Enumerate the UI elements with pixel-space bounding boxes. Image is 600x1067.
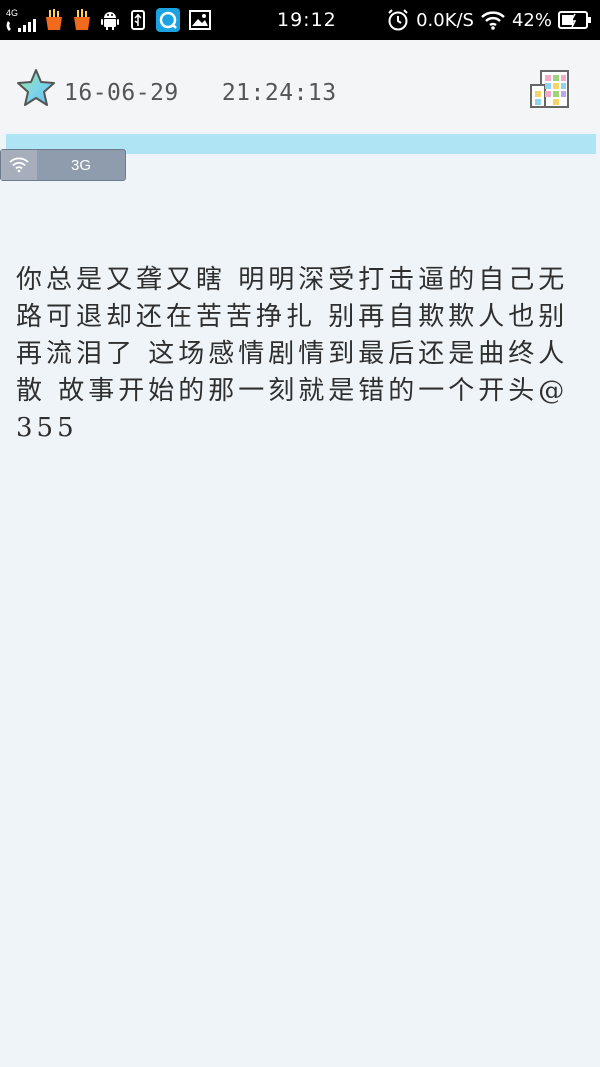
network-type-label: 4G [6, 7, 19, 18]
note-time: 21:24:13 [221, 80, 337, 106]
fries-icon [44, 9, 64, 30]
network-indicator: 4G [6, 7, 36, 32]
wifi-icon [1, 150, 37, 180]
clock: 19:12 [277, 9, 337, 31]
status-bar-right: 0.0K/S 42% [386, 0, 592, 40]
star-icon[interactable] [16, 68, 56, 108]
color-palette-icon[interactable] [529, 70, 571, 110]
wifi-icon [481, 11, 505, 30]
gallery-icon [188, 10, 212, 30]
browser-app-icon [156, 8, 180, 32]
mobile-data-label: 3G [70, 156, 91, 174]
call-signal-icon [6, 20, 11, 31]
status-bar: 4G 19:12 0.0K/S 42% [0, 0, 600, 40]
android-icon [100, 10, 120, 30]
note-timestamp: 16-06-29 21:24:13 [64, 80, 337, 106]
note-header: 16-06-29 21:24:13 [0, 40, 600, 132]
note-date: 16-06-29 [64, 80, 179, 106]
alarm-icon [388, 9, 408, 31]
note-body[interactable]: 你总是又聋又瞎 明明深受打击逼的自己无路可退却还在苦苦挣扎 别再自欺欺人也别再流… [16, 262, 586, 447]
battery-percent: 42% [511, 9, 552, 31]
network-speed: 0.0K/S [416, 9, 474, 31]
battery-icon [558, 11, 591, 29]
status-bar-left: 4G [6, 0, 212, 40]
signal-bars-icon [18, 18, 36, 32]
network-toggle[interactable]: 3G [0, 149, 126, 181]
usb-icon [128, 10, 148, 30]
fries-icon [72, 9, 92, 30]
